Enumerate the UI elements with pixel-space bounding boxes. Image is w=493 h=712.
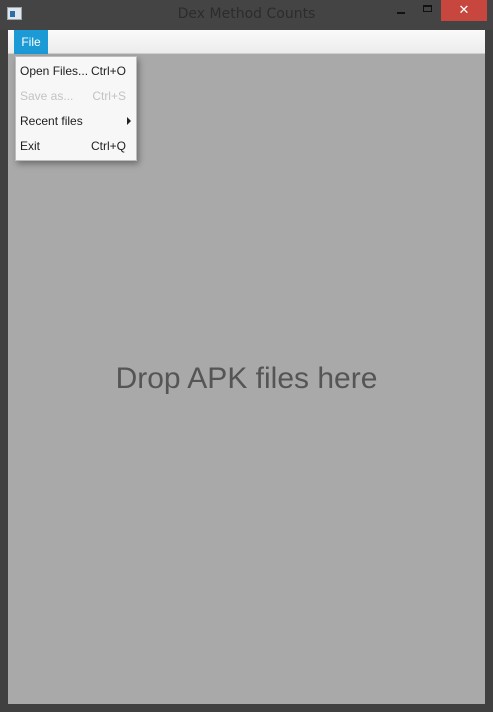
menu-file[interactable]: File bbox=[14, 30, 48, 54]
menu-item-recent-files[interactable]: Recent files bbox=[16, 110, 136, 132]
menu-bar: File bbox=[8, 30, 485, 54]
chevron-right-icon bbox=[127, 117, 131, 125]
menu-item-shortcut: Ctrl+Q bbox=[90, 139, 126, 153]
menu-item-exit[interactable]: Exit Ctrl+Q bbox=[16, 135, 136, 157]
menu-item-label: Recent files bbox=[20, 114, 83, 128]
menu-item-shortcut: Ctrl+O bbox=[90, 64, 126, 78]
drop-hint-text: Drop APK files here bbox=[115, 362, 378, 395]
menu-item-label: Save as... bbox=[20, 89, 74, 103]
menu-item-save-as: Save as... Ctrl+S bbox=[16, 85, 136, 107]
menu-item-label: Exit bbox=[20, 139, 41, 153]
close-icon: ✕ bbox=[458, 3, 470, 18]
title-bar[interactable]: Dex Method Counts ✕ bbox=[0, 0, 493, 30]
file-menu-dropdown: Open Files... Ctrl+O Save as... Ctrl+S R… bbox=[15, 56, 137, 161]
menu-item-label: Open Files... bbox=[20, 64, 89, 78]
menu-item-open-files[interactable]: Open Files... Ctrl+O bbox=[16, 60, 136, 82]
app-window: Dex Method Counts ✕ File Drop APK files … bbox=[0, 0, 493, 712]
menu-item-shortcut: Ctrl+S bbox=[92, 89, 126, 103]
close-button[interactable]: ✕ bbox=[441, 0, 487, 21]
minimize-button[interactable] bbox=[388, 0, 414, 21]
maximize-button[interactable] bbox=[414, 0, 440, 21]
